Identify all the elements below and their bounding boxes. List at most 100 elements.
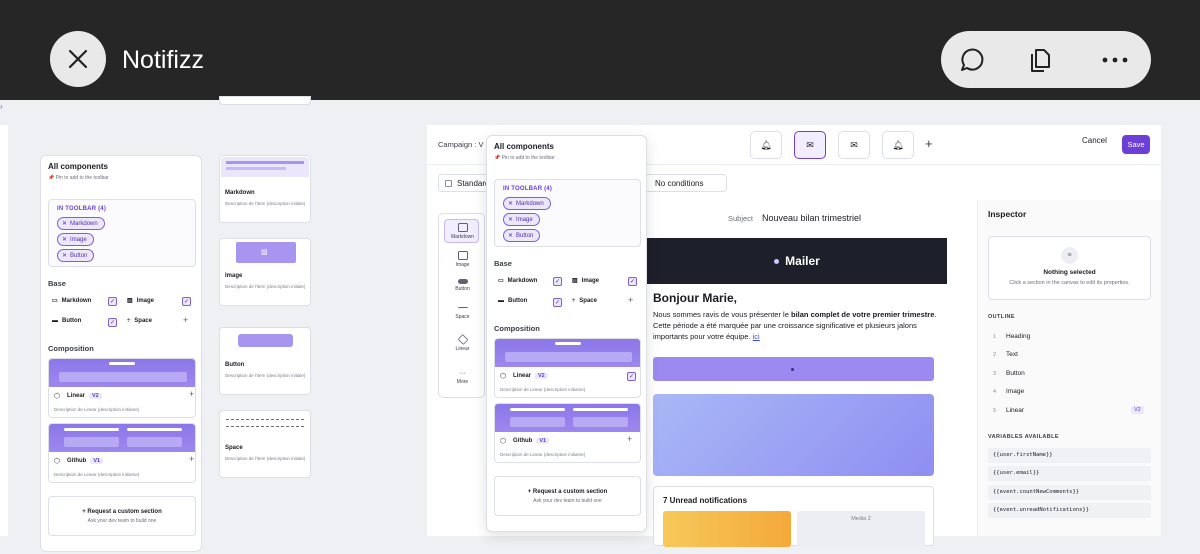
rail-item-more[interactable]: ··· More bbox=[439, 370, 486, 385]
component-preview bbox=[49, 424, 195, 452]
channel-inbox-button[interactable]: ✉ bbox=[838, 131, 870, 159]
base-item-markdown[interactable]: ▭ Markdown bbox=[498, 277, 538, 285]
rail-item-linear[interactable]: Linear bbox=[439, 334, 486, 352]
variable-item[interactable]: {{user.email}} bbox=[988, 466, 1151, 481]
linear-block[interactable]: 7 Unread notifications Media 2 bbox=[653, 486, 934, 547]
outline-item[interactable]: 4 Image bbox=[993, 388, 1024, 395]
base-item-label: Markdown bbox=[507, 277, 538, 284]
chip-button[interactable]: ✕ Button bbox=[503, 229, 541, 242]
channel-push-button[interactable]: 🔔︎ bbox=[750, 131, 782, 159]
space-icon bbox=[457, 307, 468, 312]
subject-value[interactable]: Nouveau bilan trimestriel bbox=[762, 213, 861, 223]
base-item-label: Space bbox=[134, 318, 152, 324]
base-item-button[interactable]: ▬ Button bbox=[52, 318, 81, 324]
component-name: Linear V2 bbox=[67, 393, 102, 399]
email-body-text[interactable]: Nous sommes ravis de vous présenter le b… bbox=[653, 309, 938, 342]
chip-button[interactable]: ✕ Button bbox=[57, 249, 95, 262]
base-item-image[interactable]: ▨ Image bbox=[127, 297, 154, 305]
request-section-button[interactable]: + Request a custom section Ask your dev … bbox=[48, 496, 196, 536]
chip-image[interactable]: ✕ Image bbox=[57, 233, 94, 246]
save-button[interactable]: Save bbox=[1122, 135, 1150, 154]
remove-icon[interactable]: ✕ bbox=[508, 216, 513, 223]
component-card-linear[interactable]: ⬡ Linear V2 + Description de Linear (desc… bbox=[48, 358, 196, 418]
rail-item-markdown[interactable]: Markdown bbox=[439, 223, 486, 240]
pin-checkbox[interactable]: ✓ bbox=[108, 297, 117, 306]
copy-button[interactable] bbox=[1025, 44, 1057, 76]
base-item-space[interactable]: ÷ Space bbox=[127, 318, 152, 324]
base-item-button[interactable]: ▬ Button bbox=[498, 298, 527, 304]
markdown-icon bbox=[457, 223, 468, 232]
variable-item[interactable]: {{user.firstName}} bbox=[988, 448, 1151, 463]
comment-button[interactable] bbox=[955, 44, 987, 76]
channel-bell-button[interactable]: 🔔︎ bbox=[882, 131, 914, 159]
remove-icon[interactable]: ✕ bbox=[62, 220, 67, 227]
variable-item[interactable]: {{event.unreadNotifications}} bbox=[988, 503, 1151, 518]
component-card-linear[interactable]: ⬡ Linear V2 ✓ Description de Linear (desc… bbox=[494, 338, 641, 398]
base-item-image[interactable]: ▨ Image bbox=[572, 277, 599, 285]
request-section-button[interactable]: + Request a custom section Ask your dev … bbox=[494, 476, 641, 516]
cube-icon: ⬡ bbox=[500, 373, 507, 380]
add-channel-icon[interactable]: + bbox=[925, 136, 933, 151]
add-icon[interactable]: + bbox=[627, 434, 632, 444]
button-icon: ▬ bbox=[52, 318, 58, 324]
close-button[interactable] bbox=[50, 31, 106, 87]
comment-icon bbox=[961, 48, 984, 71]
mini-card-space[interactable]: Space Description de l'item (description… bbox=[219, 410, 311, 478]
mini-card-markdown[interactable]: Markdown Description de l'item (descript… bbox=[219, 155, 311, 223]
outline-item[interactable]: 1 Heading bbox=[993, 333, 1030, 340]
base-item-space[interactable]: ÷ Space bbox=[572, 298, 597, 304]
section-composition: Composition bbox=[48, 344, 94, 353]
channel-email-button[interactable]: ✉ bbox=[794, 131, 826, 159]
rail-item-image[interactable]: Image bbox=[439, 251, 486, 268]
pin-checkbox[interactable]: ✓ bbox=[108, 318, 117, 327]
email-greeting[interactable]: Bonjour Marie, bbox=[653, 291, 737, 305]
chip-label: Image bbox=[516, 216, 533, 223]
pin-checkbox[interactable]: ✓ bbox=[628, 277, 637, 286]
chip-markdown[interactable]: ✕ Markdown bbox=[503, 197, 551, 210]
calendar-icon bbox=[445, 180, 452, 187]
outline-item[interactable]: 5 Linear bbox=[993, 407, 1024, 414]
add-icon[interactable]: + bbox=[189, 389, 194, 399]
more-button[interactable] bbox=[1099, 44, 1131, 76]
rail-item-button[interactable]: Button bbox=[439, 279, 486, 292]
remove-icon[interactable]: ✕ bbox=[508, 200, 513, 207]
remove-icon[interactable]: ✕ bbox=[62, 252, 67, 259]
pin-checkbox[interactable]: ✓ bbox=[553, 298, 562, 307]
body-link[interactable]: ici bbox=[753, 332, 760, 341]
email-image-block[interactable] bbox=[653, 394, 934, 476]
variable-item[interactable]: {{event.countNewComments}} bbox=[988, 485, 1151, 500]
add-icon[interactable]: + bbox=[183, 315, 188, 325]
email-button-block[interactable] bbox=[653, 357, 934, 381]
chip-image[interactable]: ✕ Image bbox=[503, 213, 540, 226]
outline-label: OUTLINE bbox=[988, 314, 1015, 320]
panel-subtitle: 📌 Pin to add to the toolbar bbox=[494, 155, 555, 161]
image-icon: ▨ bbox=[261, 249, 268, 256]
base-item-markdown[interactable]: ▭ Markdown bbox=[52, 297, 91, 305]
image-icon: ▨ bbox=[572, 278, 578, 284]
mini-card-button[interactable]: Button Description de l'item (descriptio… bbox=[219, 327, 311, 395]
pin-checkbox[interactable]: ✓ bbox=[553, 277, 562, 286]
mini-card-title: Image bbox=[225, 273, 243, 279]
remove-icon[interactable]: ✕ bbox=[62, 236, 67, 243]
pin-checkbox[interactable]: ✓ bbox=[182, 297, 191, 306]
outline-item[interactable]: 2 Text bbox=[993, 351, 1018, 358]
media-2: Media 2 bbox=[797, 511, 925, 547]
component-name: Github V1 bbox=[513, 438, 550, 444]
rail-item-space[interactable]: Space bbox=[439, 307, 486, 320]
offscreen-frame bbox=[0, 125, 8, 536]
remove-icon[interactable]: ✕ bbox=[508, 232, 513, 239]
component-card-github[interactable]: ⬡ Github V1 + Description de Linear (desc… bbox=[48, 423, 196, 483]
add-icon[interactable]: + bbox=[628, 295, 633, 305]
outline-item[interactable]: 3 Button bbox=[993, 370, 1025, 377]
component-card-github[interactable]: ⬡ Github V1 + Description de Linear (desc… bbox=[494, 403, 641, 463]
subject-label: Subject bbox=[728, 214, 754, 223]
mini-card-image[interactable]: ▨ Image Description de l'item (descripti… bbox=[219, 238, 311, 306]
component-desc: Description de Linear (description initi… bbox=[54, 407, 140, 412]
cancel-button[interactable]: Cancel bbox=[1082, 136, 1107, 145]
chip-markdown[interactable]: ✕ Markdown bbox=[57, 217, 105, 230]
email-header[interactable]: Mailer bbox=[647, 238, 947, 284]
base-item-label: Button bbox=[62, 318, 82, 324]
pin-checkbox[interactable]: ✓ bbox=[627, 372, 636, 381]
conditions-select[interactable]: No conditions bbox=[639, 174, 727, 192]
add-icon[interactable]: + bbox=[189, 454, 194, 464]
